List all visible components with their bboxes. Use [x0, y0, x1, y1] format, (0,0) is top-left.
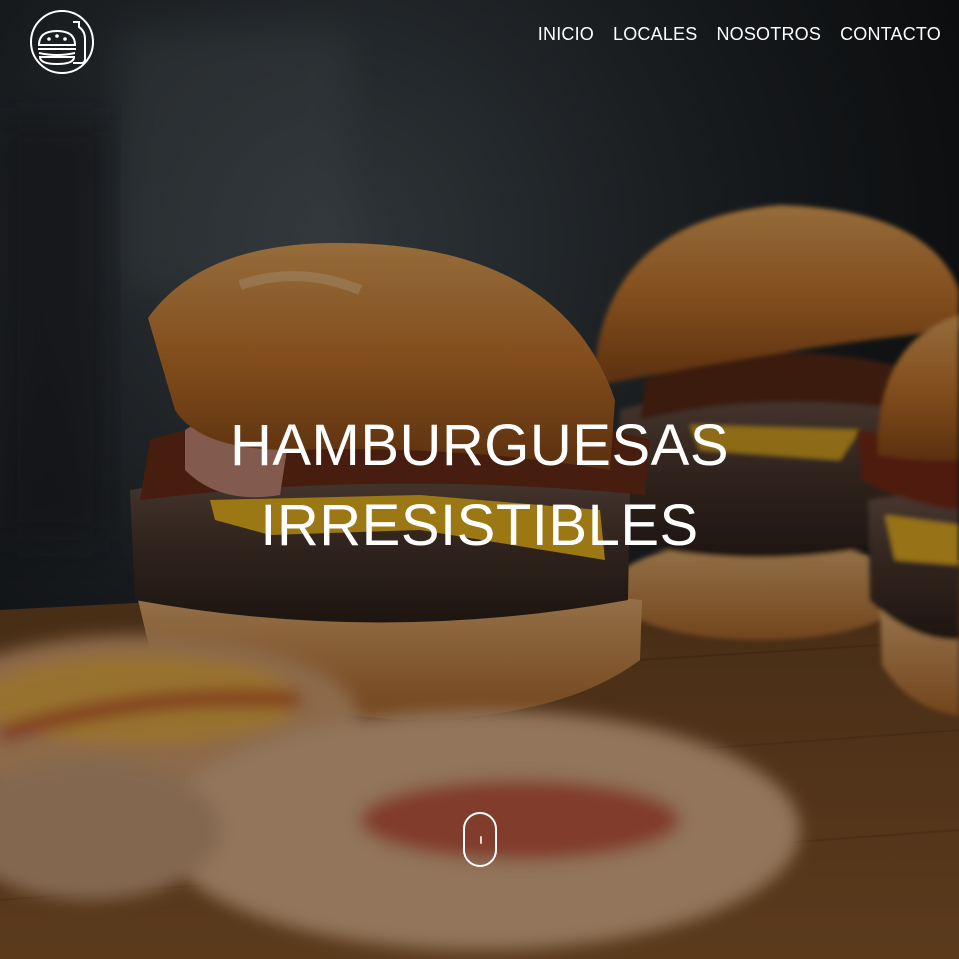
nav-item-locales[interactable]: LOCALES: [613, 24, 697, 45]
nav-item-contacto[interactable]: CONTACTO: [840, 24, 941, 45]
burger-bottle-icon[interactable]: [29, 9, 95, 75]
main-nav: INICIO LOCALES NOSOTROS CONTACTO: [538, 24, 941, 45]
hero-section: INICIO LOCALES NOSOTROS CONTACTO HAMBURG…: [0, 0, 959, 959]
nav-item-nosotros[interactable]: NOSOTROS: [716, 24, 821, 45]
headline-line-2: IRRESISTIBLES: [260, 493, 699, 558]
hero-headline: HAMBURGUESAS IRRESISTIBLES: [0, 406, 959, 566]
mouse-scroll-icon[interactable]: [463, 812, 497, 867]
scroll-wheel-indicator: [480, 836, 482, 844]
nav-item-inicio[interactable]: INICIO: [538, 24, 594, 45]
headline-line-1: HAMBURGUESAS: [229, 413, 730, 478]
